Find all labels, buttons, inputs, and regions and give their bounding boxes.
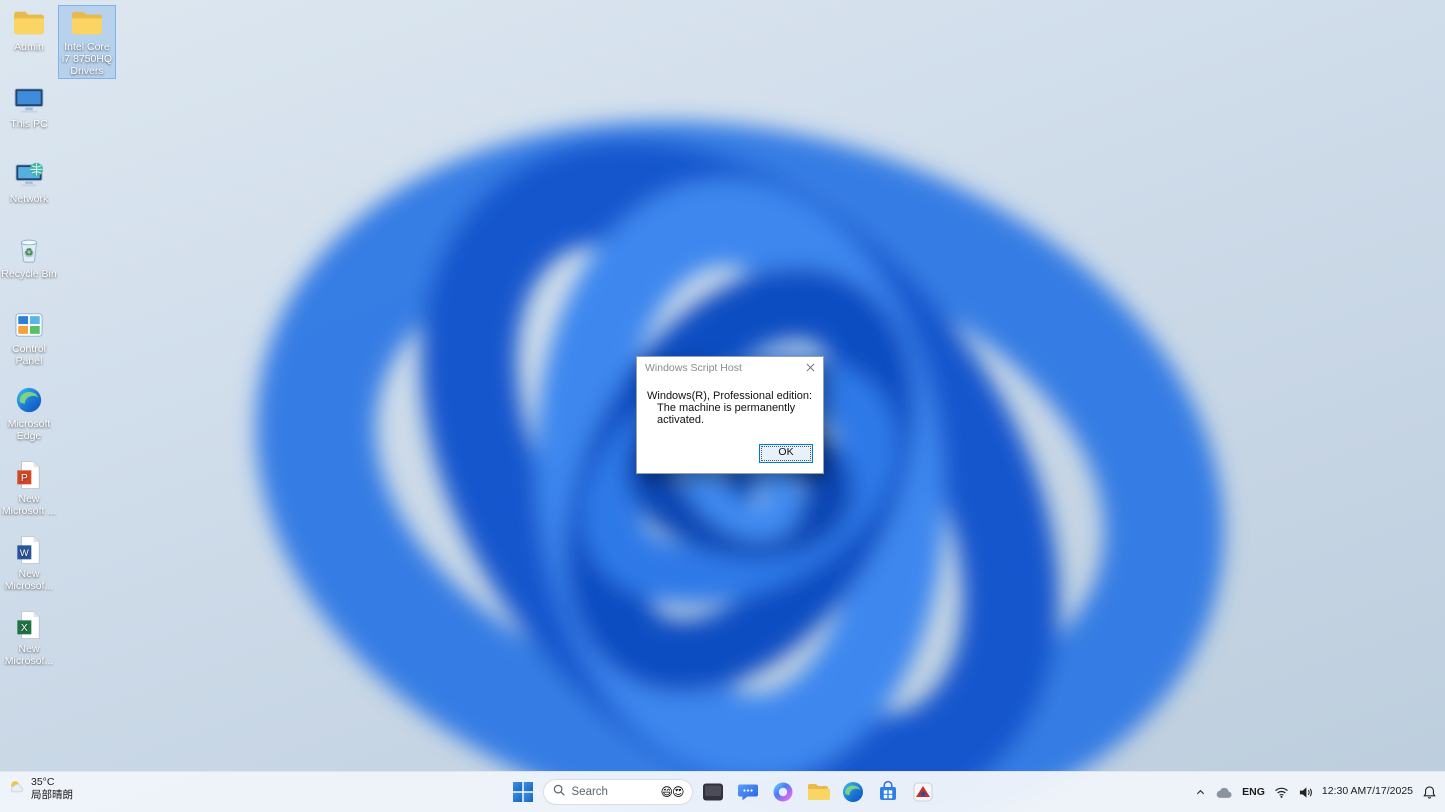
recycle-glyph: ♻ [24, 248, 33, 259]
weather-temp: 35°C [31, 776, 55, 788]
wifi-icon[interactable] [1274, 787, 1289, 798]
terminal-icon[interactable] [698, 777, 728, 807]
onedrive-cloud-icon[interactable] [1215, 786, 1233, 799]
folder-icon [68, 7, 106, 39]
desktop-icon-recycle-bin[interactable]: ♻ Recycle Bin [1, 232, 57, 282]
desktop-icon-label: Recycle Bin [1, 268, 57, 280]
desktop-icon-intel-drivers[interactable]: Intel Core i7 8750HQ Drivers [58, 5, 116, 80]
desktop-icon-new-powerpoint[interactable]: P New Microsoft ... [1, 457, 57, 519]
folder-icon [10, 7, 48, 39]
wsh-dialog: Windows Script Host Windows(R), Professi… [636, 356, 824, 474]
weather-text: 35°C 局部晴朗 [31, 776, 73, 802]
desktop-icon-new-word[interactable]: W New Microsof... [1, 532, 57, 594]
chat-icon[interactable] [733, 777, 763, 807]
start-button[interactable] [508, 777, 538, 807]
tray-date: 7/17/2025 [1366, 785, 1413, 798]
desktop-icon-label: New Microsof... [4, 568, 54, 593]
dialog-message-line1: Windows(R), Professional edition: [647, 390, 813, 402]
volume-icon[interactable] [1298, 786, 1313, 799]
edge-icon [10, 384, 48, 416]
ok-button[interactable]: OK [759, 444, 813, 463]
powerpoint-file-icon: P [10, 459, 48, 491]
recycle-bin-icon: ♻ [10, 234, 48, 266]
desktop-icon-label: Intel Core i7 8750HQ Drivers [61, 41, 113, 78]
desktop-icon-label: Control Panel [12, 343, 46, 368]
edge-icon[interactable] [838, 777, 868, 807]
tray-time: 12:30 AM [1321, 785, 1367, 798]
search-icon [552, 783, 566, 802]
dialog-message-line2: The machine is permanently activated. [657, 402, 796, 426]
desktop-icon-label: Admin [14, 41, 44, 53]
network-icon [10, 159, 48, 191]
weather-widget[interactable]: 35°C 局部晴朗 [8, 776, 73, 802]
desktop-icon-label: This PC [10, 118, 48, 130]
this-pc-icon [10, 84, 48, 116]
desktop-icon-network[interactable]: Network [1, 157, 57, 207]
desktop-icon-label: New Microsoft ... [1, 493, 57, 518]
dialog-message: Windows(R), Professional edition: The ma… [637, 378, 823, 432]
desktop-icon-control-panel[interactable]: Control Panel [1, 307, 57, 369]
language-indicator[interactable]: ENG [1242, 786, 1265, 798]
search-highlights-icon[interactable]: 😄😍 [660, 785, 684, 799]
search-box[interactable]: Search 😄😍 [542, 779, 693, 805]
weather-icon [8, 778, 26, 801]
dialog-titlebar[interactable]: Windows Script Host [637, 357, 823, 378]
hidden-icons-chevron-icon[interactable] [1195, 787, 1206, 798]
desktop-icon-new-excel[interactable]: X New Microsof... [1, 607, 57, 669]
excel-file-icon: X [10, 609, 48, 641]
dialog-footer: OK [637, 432, 823, 473]
excel-letter: X [21, 623, 28, 634]
desktop-root: Admin Intel Core i7 8750HQ Drivers This … [0, 0, 1445, 812]
word-file-icon: W [10, 534, 48, 566]
clock[interactable]: 12:30 AM 7/17/2025 [1322, 785, 1413, 798]
weather-condition: 局部晴朗 [31, 789, 73, 802]
taskbar-center: Search 😄😍 [508, 772, 938, 812]
taskbar: 35°C 局部晴朗 Search 😄😍 ENG 12:30 AM 7/17/20… [0, 771, 1445, 812]
file-explorer-icon[interactable] [803, 777, 833, 807]
powerpoint-letter: P [21, 473, 28, 484]
desktop-icon-label: New Microsof... [4, 643, 54, 668]
desktop-icon-admin[interactable]: Admin [1, 5, 57, 55]
dialog-title: Windows Script Host [645, 361, 742, 374]
desktop-icon-label: Microsoft Edge [7, 418, 51, 443]
store-icon[interactable] [873, 777, 903, 807]
pinned-app-icon[interactable] [908, 777, 938, 807]
search-placeholder: Search [571, 786, 608, 798]
control-panel-icon [10, 309, 48, 341]
close-icon[interactable] [801, 360, 819, 376]
notification-bell-icon[interactable] [1422, 785, 1437, 800]
desktop-icon-label: Network [9, 193, 49, 205]
desktop-icon-edge[interactable]: Microsoft Edge [1, 382, 57, 444]
word-letter: W [20, 548, 29, 558]
system-tray: ENG 12:30 AM 7/17/2025 [1195, 772, 1437, 812]
copilot-icon[interactable] [768, 777, 798, 807]
desktop-icon-this-pc[interactable]: This PC [1, 82, 57, 132]
